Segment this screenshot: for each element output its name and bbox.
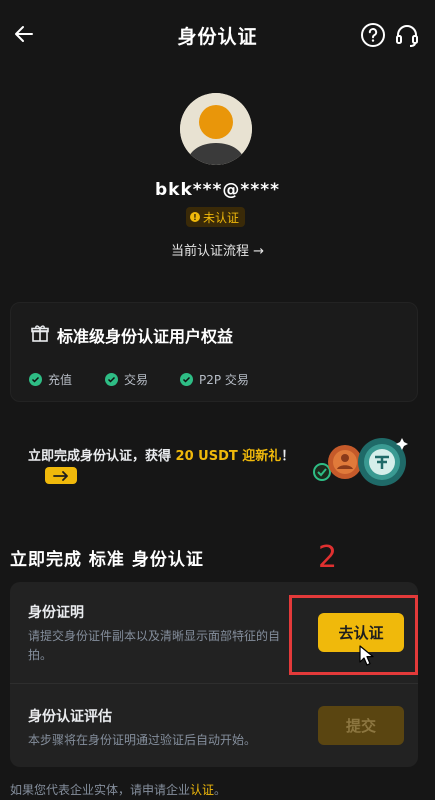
username: bkk***@**** bbox=[154, 180, 280, 200]
submit-button[interactable]: 提交 bbox=[318, 706, 404, 745]
section-title: 立即完成 标准 身份认证 bbox=[10, 550, 204, 570]
reward-coins-icon bbox=[313, 438, 408, 486]
user-avatar-icon bbox=[180, 93, 252, 165]
headset-icon[interactable] bbox=[394, 22, 420, 48]
avatar bbox=[180, 93, 252, 165]
benefit-item: 充值 bbox=[29, 371, 72, 388]
gift-icon bbox=[31, 325, 49, 342]
check-circle-icon bbox=[180, 373, 193, 386]
footer-note: 如果您代表企业实体，请申请企业认证。 bbox=[10, 781, 226, 798]
current-flow-link[interactable]: 当前认证流程 → bbox=[0, 240, 435, 259]
info-icon: ! bbox=[190, 212, 200, 222]
step-title-evaluation: 身份认证评估 bbox=[28, 709, 112, 725]
divider bbox=[10, 683, 418, 684]
annotation-number: 2 bbox=[318, 540, 338, 575]
status-badge: ! 未认证 bbox=[186, 207, 246, 227]
promo-highlight: 20 USDT 迎新礼 bbox=[175, 449, 282, 464]
benefit-label: 交易 bbox=[124, 373, 149, 387]
check-circle-icon bbox=[29, 373, 42, 386]
check-circle-icon bbox=[105, 373, 118, 386]
benefit-item: P2P 交易 bbox=[180, 371, 249, 388]
arrow-right-icon bbox=[53, 470, 68, 481]
mouse-cursor-icon bbox=[359, 645, 374, 666]
question-circle-icon[interactable] bbox=[360, 22, 386, 48]
benefits-card: 标准级身份认证用户权益 充值 交易 P2P 交易 bbox=[10, 302, 418, 402]
promo-text: 立即完成身份认证，获得 20 USDT 迎新礼！ bbox=[28, 445, 294, 464]
enterprise-verify-link[interactable]: 认证 bbox=[190, 783, 214, 797]
benefit-item: 交易 bbox=[105, 371, 148, 388]
step-title-identity: 身份证明 bbox=[28, 605, 84, 621]
benefits-title: 标准级身份认证用户权益 bbox=[57, 327, 234, 346]
footer-suffix: 。 bbox=[214, 783, 227, 797]
benefit-label: P2P 交易 bbox=[199, 373, 249, 387]
footer-text: 如果您代表企业实体，请申请企业 bbox=[10, 783, 191, 797]
step-desc-identity: 请提交身份证件副本以及清晰显示面部特征的自拍。 bbox=[28, 629, 281, 662]
benefit-label: 充值 bbox=[48, 373, 73, 387]
step-desc-evaluation: 本步骤将在身份证明通过验证后自动开始。 bbox=[28, 733, 257, 747]
promo-arrow-button[interactable] bbox=[45, 467, 77, 484]
promo-text-prefix: 立即完成身份认证，获得 bbox=[28, 449, 176, 464]
header-bar: 身份认证 bbox=[0, 0, 435, 70]
promo-text-suffix: ！ bbox=[281, 449, 295, 464]
status-badge-label: 未认证 bbox=[203, 210, 240, 225]
